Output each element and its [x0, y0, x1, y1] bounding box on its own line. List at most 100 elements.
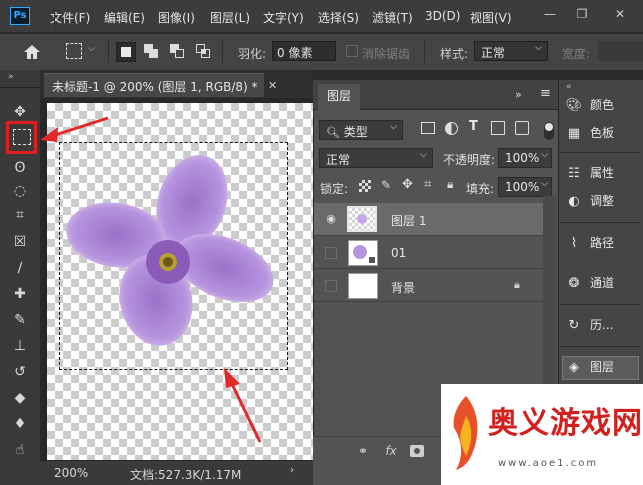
- lock-position-icon[interactable]: ✥: [402, 177, 413, 192]
- grid-icon: ▦: [567, 126, 581, 141]
- lock-pixels-icon[interactable]: ✎: [381, 178, 391, 192]
- menu-filter[interactable]: 滤镜(T): [372, 9, 413, 26]
- move-icon[interactable]: ✥: [8, 102, 32, 122]
- filter-smartobject-icon[interactable]: [515, 121, 529, 135]
- tools-header: »: [0, 70, 40, 88]
- layer-name[interactable]: 图层 1: [391, 212, 426, 229]
- dock-layers[interactable]: ◈ 图层: [564, 358, 640, 382]
- visibility-toggle[interactable]: [325, 280, 337, 292]
- opacity-input[interactable]: 100% ⌵: [498, 148, 552, 168]
- home-icon[interactable]: [22, 43, 42, 61]
- close-tab-icon[interactable]: ✕: [268, 79, 277, 92]
- chevron-down-icon: ⌵: [390, 122, 397, 132]
- eraser-icon[interactable]: ◆: [8, 388, 32, 408]
- filter-toggle[interactable]: [544, 122, 554, 140]
- dock-label: 路径: [590, 236, 615, 250]
- layer-row-2[interactable]: 01: [314, 237, 543, 269]
- lock-artboard-icon[interactable]: ⌗: [424, 177, 431, 192]
- new-selection-button[interactable]: [116, 42, 136, 62]
- dock-label: 图层: [590, 360, 615, 374]
- filter-type-icon[interactable]: T: [469, 119, 478, 134]
- dock-label: 调整: [590, 194, 615, 208]
- healing-icon[interactable]: ✚: [8, 284, 32, 304]
- frame-icon[interactable]: ☒: [8, 232, 32, 252]
- mask-icon[interactable]: [410, 445, 424, 457]
- menu-view[interactable]: 视图(V): [470, 9, 512, 26]
- dock-paths[interactable]: ⌇ 路径: [564, 234, 640, 258]
- stamp-icon[interactable]: ⊥: [8, 336, 32, 356]
- history-brush-icon[interactable]: ↺: [8, 362, 32, 382]
- eye-icon[interactable]: ◉: [324, 212, 338, 226]
- filter-kind-select[interactable]: 🔍︎ 类型 ⌵: [319, 120, 403, 140]
- arrow-annotation-icon: [36, 112, 116, 146]
- lock-transparent-icon[interactable]: [359, 180, 371, 192]
- minimize-icon[interactable]: —: [542, 6, 558, 22]
- antialias-checkbox[interactable]: [346, 45, 358, 57]
- link-icon[interactable]: ⚭: [354, 444, 372, 460]
- smudge-icon[interactable]: ☝: [8, 440, 32, 460]
- menu-file[interactable]: 文件(F): [50, 9, 90, 26]
- collapse-icon[interactable]: »: [515, 88, 522, 101]
- menu-type[interactable]: 文字(Y): [263, 9, 304, 26]
- quick-select-icon[interactable]: ◌: [8, 181, 32, 201]
- width-input[interactable]: [598, 41, 643, 61]
- panel-menu-icon[interactable]: ≡: [540, 86, 551, 101]
- visibility-toggle[interactable]: [325, 247, 337, 259]
- dock-properties[interactable]: ☷ 属性: [564, 164, 640, 188]
- menu-3d[interactable]: 3D(D): [425, 9, 460, 23]
- layer-row-3[interactable]: 背景 🔒︎: [314, 270, 543, 302]
- fill-input[interactable]: 100% ⌵: [498, 177, 552, 197]
- dock-adjustments[interactable]: ◐ 调整: [564, 192, 640, 216]
- layer-row-1[interactable]: ◉ 图层 1: [314, 203, 543, 236]
- dock-history[interactable]: ↻ 历...: [564, 316, 640, 340]
- channels-icon: ❂: [568, 276, 580, 291]
- document-tab[interactable]: 未标题-1 @ 200% (图层 1, RGB/8) *: [44, 73, 264, 97]
- collapse-icon[interactable]: «: [566, 82, 572, 92]
- menu-edit[interactable]: 编辑(E): [104, 9, 145, 26]
- crop-icon[interactable]: ⌗: [8, 205, 32, 225]
- dock-label: 色板: [590, 126, 615, 140]
- blend-mode-select[interactable]: 正常 ⌵: [319, 148, 433, 168]
- chevron-down-icon[interactable]: ⌵: [88, 44, 95, 54]
- eyedropper-icon[interactable]: ∕: [8, 258, 32, 278]
- close-icon[interactable]: ✕: [612, 6, 628, 22]
- intersect-selection-button[interactable]: [196, 44, 212, 60]
- marquee-selection[interactable]: [59, 142, 288, 370]
- lasso-icon[interactable]: ʘ: [8, 158, 32, 178]
- menu-layer[interactable]: 图层(L): [210, 9, 250, 26]
- arrow-annotation-icon: [218, 366, 272, 448]
- dock-swatches[interactable]: ▦ 色板: [564, 124, 640, 148]
- divider: [560, 222, 641, 223]
- tab-layers[interactable]: 图层: [318, 84, 360, 110]
- dock-channels[interactable]: ❂ 通道: [564, 274, 640, 298]
- dock-label: 属性: [590, 166, 615, 180]
- paint-bucket-icon[interactable]: ♦: [8, 414, 32, 434]
- style-select[interactable]: 正常 ⌵: [474, 41, 548, 61]
- feather-input[interactable]: 0 像素: [272, 41, 336, 61]
- status-bar: 200% 文档:527.3K/1.17M ›: [40, 460, 313, 485]
- chevron-right-icon[interactable]: ›: [290, 465, 294, 476]
- dock-color[interactable]: 🎨︎ 颜色: [564, 96, 640, 120]
- zoom-level[interactable]: 200%: [54, 466, 88, 480]
- filter-pixel-icon[interactable]: [421, 122, 435, 134]
- brush-icon[interactable]: ✎: [8, 310, 32, 330]
- marquee-preset-icon[interactable]: [66, 43, 82, 59]
- watermark-logo-icon: [446, 390, 486, 476]
- layer-name[interactable]: 01: [391, 246, 406, 260]
- layer-name[interactable]: 背景: [391, 279, 415, 296]
- document-info: 文档:527.3K/1.17M: [130, 468, 242, 482]
- fx-icon[interactable]: fx: [382, 444, 400, 460]
- restore-icon[interactable]: ❐: [574, 6, 590, 22]
- divider: [560, 304, 641, 305]
- menu-image[interactable]: 图像(I): [158, 9, 195, 26]
- add-selection-button[interactable]: [144, 44, 160, 60]
- subtract-selection-button[interactable]: [170, 44, 186, 60]
- divider: [54, 6, 55, 30]
- filter-shape-icon[interactable]: [491, 121, 505, 135]
- lock-all-icon[interactable]: 🔒︎: [447, 177, 453, 192]
- dock-label: 颜色: [590, 98, 615, 112]
- menu-select[interactable]: 选择(S): [318, 9, 359, 26]
- lock-icon: 🔒︎: [514, 278, 520, 291]
- adjustment-icon: ◐: [568, 194, 580, 209]
- filter-adjustment-icon[interactable]: [445, 122, 458, 135]
